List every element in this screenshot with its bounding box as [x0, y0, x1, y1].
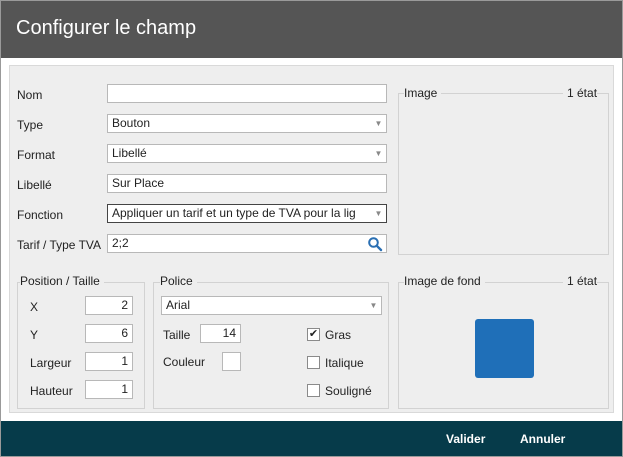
x-input[interactable]: 2: [85, 296, 133, 315]
largeur-label: Largeur: [30, 356, 72, 370]
libelle-label: Libellé: [17, 178, 52, 192]
taille-label: Taille: [163, 328, 191, 342]
dialog-title: Configurer le champ: [16, 17, 197, 39]
format-label: Format: [17, 148, 56, 162]
background-group-title: Image de fond: [404, 274, 485, 288]
nom-label: Nom: [17, 88, 43, 102]
fonction-label: Fonction: [17, 208, 64, 222]
format-select-value: Libellé: [112, 146, 147, 160]
annuler-button[interactable]: Annuler: [520, 432, 565, 446]
chevron-down-icon[interactable]: ▼: [371, 115, 386, 132]
souligne-label: Souligné: [325, 384, 372, 398]
type-label: Type: [17, 118, 44, 132]
taille-input[interactable]: 14: [200, 324, 241, 343]
type-select-value: Bouton: [112, 116, 151, 130]
image-state-count: 1 état: [563, 86, 598, 100]
chevron-down-icon[interactable]: ▼: [371, 145, 386, 162]
chevron-down-icon[interactable]: ▼: [371, 205, 386, 222]
tarif-label: Tarif / Type TVA: [17, 238, 102, 252]
color-picker[interactable]: [222, 352, 241, 371]
image-group: [398, 93, 609, 255]
configure-field-dialog: Configurer le champ Nom Type Bouton ▼ Fo…: [0, 0, 623, 457]
largeur-input[interactable]: 1: [85, 352, 133, 371]
position-group-title: Position / Taille: [20, 274, 104, 288]
footer-bar: Valider Annuler: [1, 421, 622, 456]
type-select[interactable]: Bouton ▼: [107, 114, 387, 133]
font-select-value: Arial: [166, 298, 191, 312]
souligne-checkbox[interactable]: [307, 384, 320, 397]
font-select[interactable]: Arial ▼: [161, 296, 382, 315]
tarif-input[interactable]: 2;2: [107, 234, 387, 253]
hauteur-label: Hauteur: [30, 384, 73, 398]
chevron-down-icon[interactable]: ▼: [366, 297, 381, 314]
background-color-swatch[interactable]: [475, 319, 534, 378]
check-icon: ✔: [308, 328, 319, 340]
image-group-title: Image: [404, 86, 442, 100]
y-input[interactable]: 6: [85, 324, 133, 343]
tarif-input-value: 2;2: [112, 236, 129, 250]
valider-button[interactable]: Valider: [446, 432, 485, 446]
x-label: X: [30, 300, 39, 314]
title-bar: Configurer le champ: [1, 1, 622, 58]
gras-checkbox[interactable]: ✔: [307, 328, 320, 341]
gras-label: Gras: [325, 328, 352, 342]
background-state-count: 1 état: [563, 274, 598, 288]
hauteur-input[interactable]: 1: [85, 380, 133, 399]
y-label: Y: [30, 328, 39, 342]
search-icon[interactable]: [367, 236, 383, 252]
format-select[interactable]: Libellé ▼: [107, 144, 387, 163]
police-group-title: Police: [160, 274, 197, 288]
nom-input[interactable]: [107, 84, 387, 103]
italique-checkbox[interactable]: [307, 356, 320, 369]
fonction-select-value: Appliquer un tarif et un type de TVA pou…: [112, 206, 356, 220]
fonction-select[interactable]: Appliquer un tarif et un type de TVA pou…: [107, 204, 387, 223]
italique-label: Italique: [325, 356, 364, 370]
couleur-label: Couleur: [163, 355, 206, 369]
libelle-input[interactable]: Sur Place: [107, 174, 387, 193]
dialog-content: Nom Type Bouton ▼ Format Libellé ▼ Libel…: [9, 65, 614, 413]
